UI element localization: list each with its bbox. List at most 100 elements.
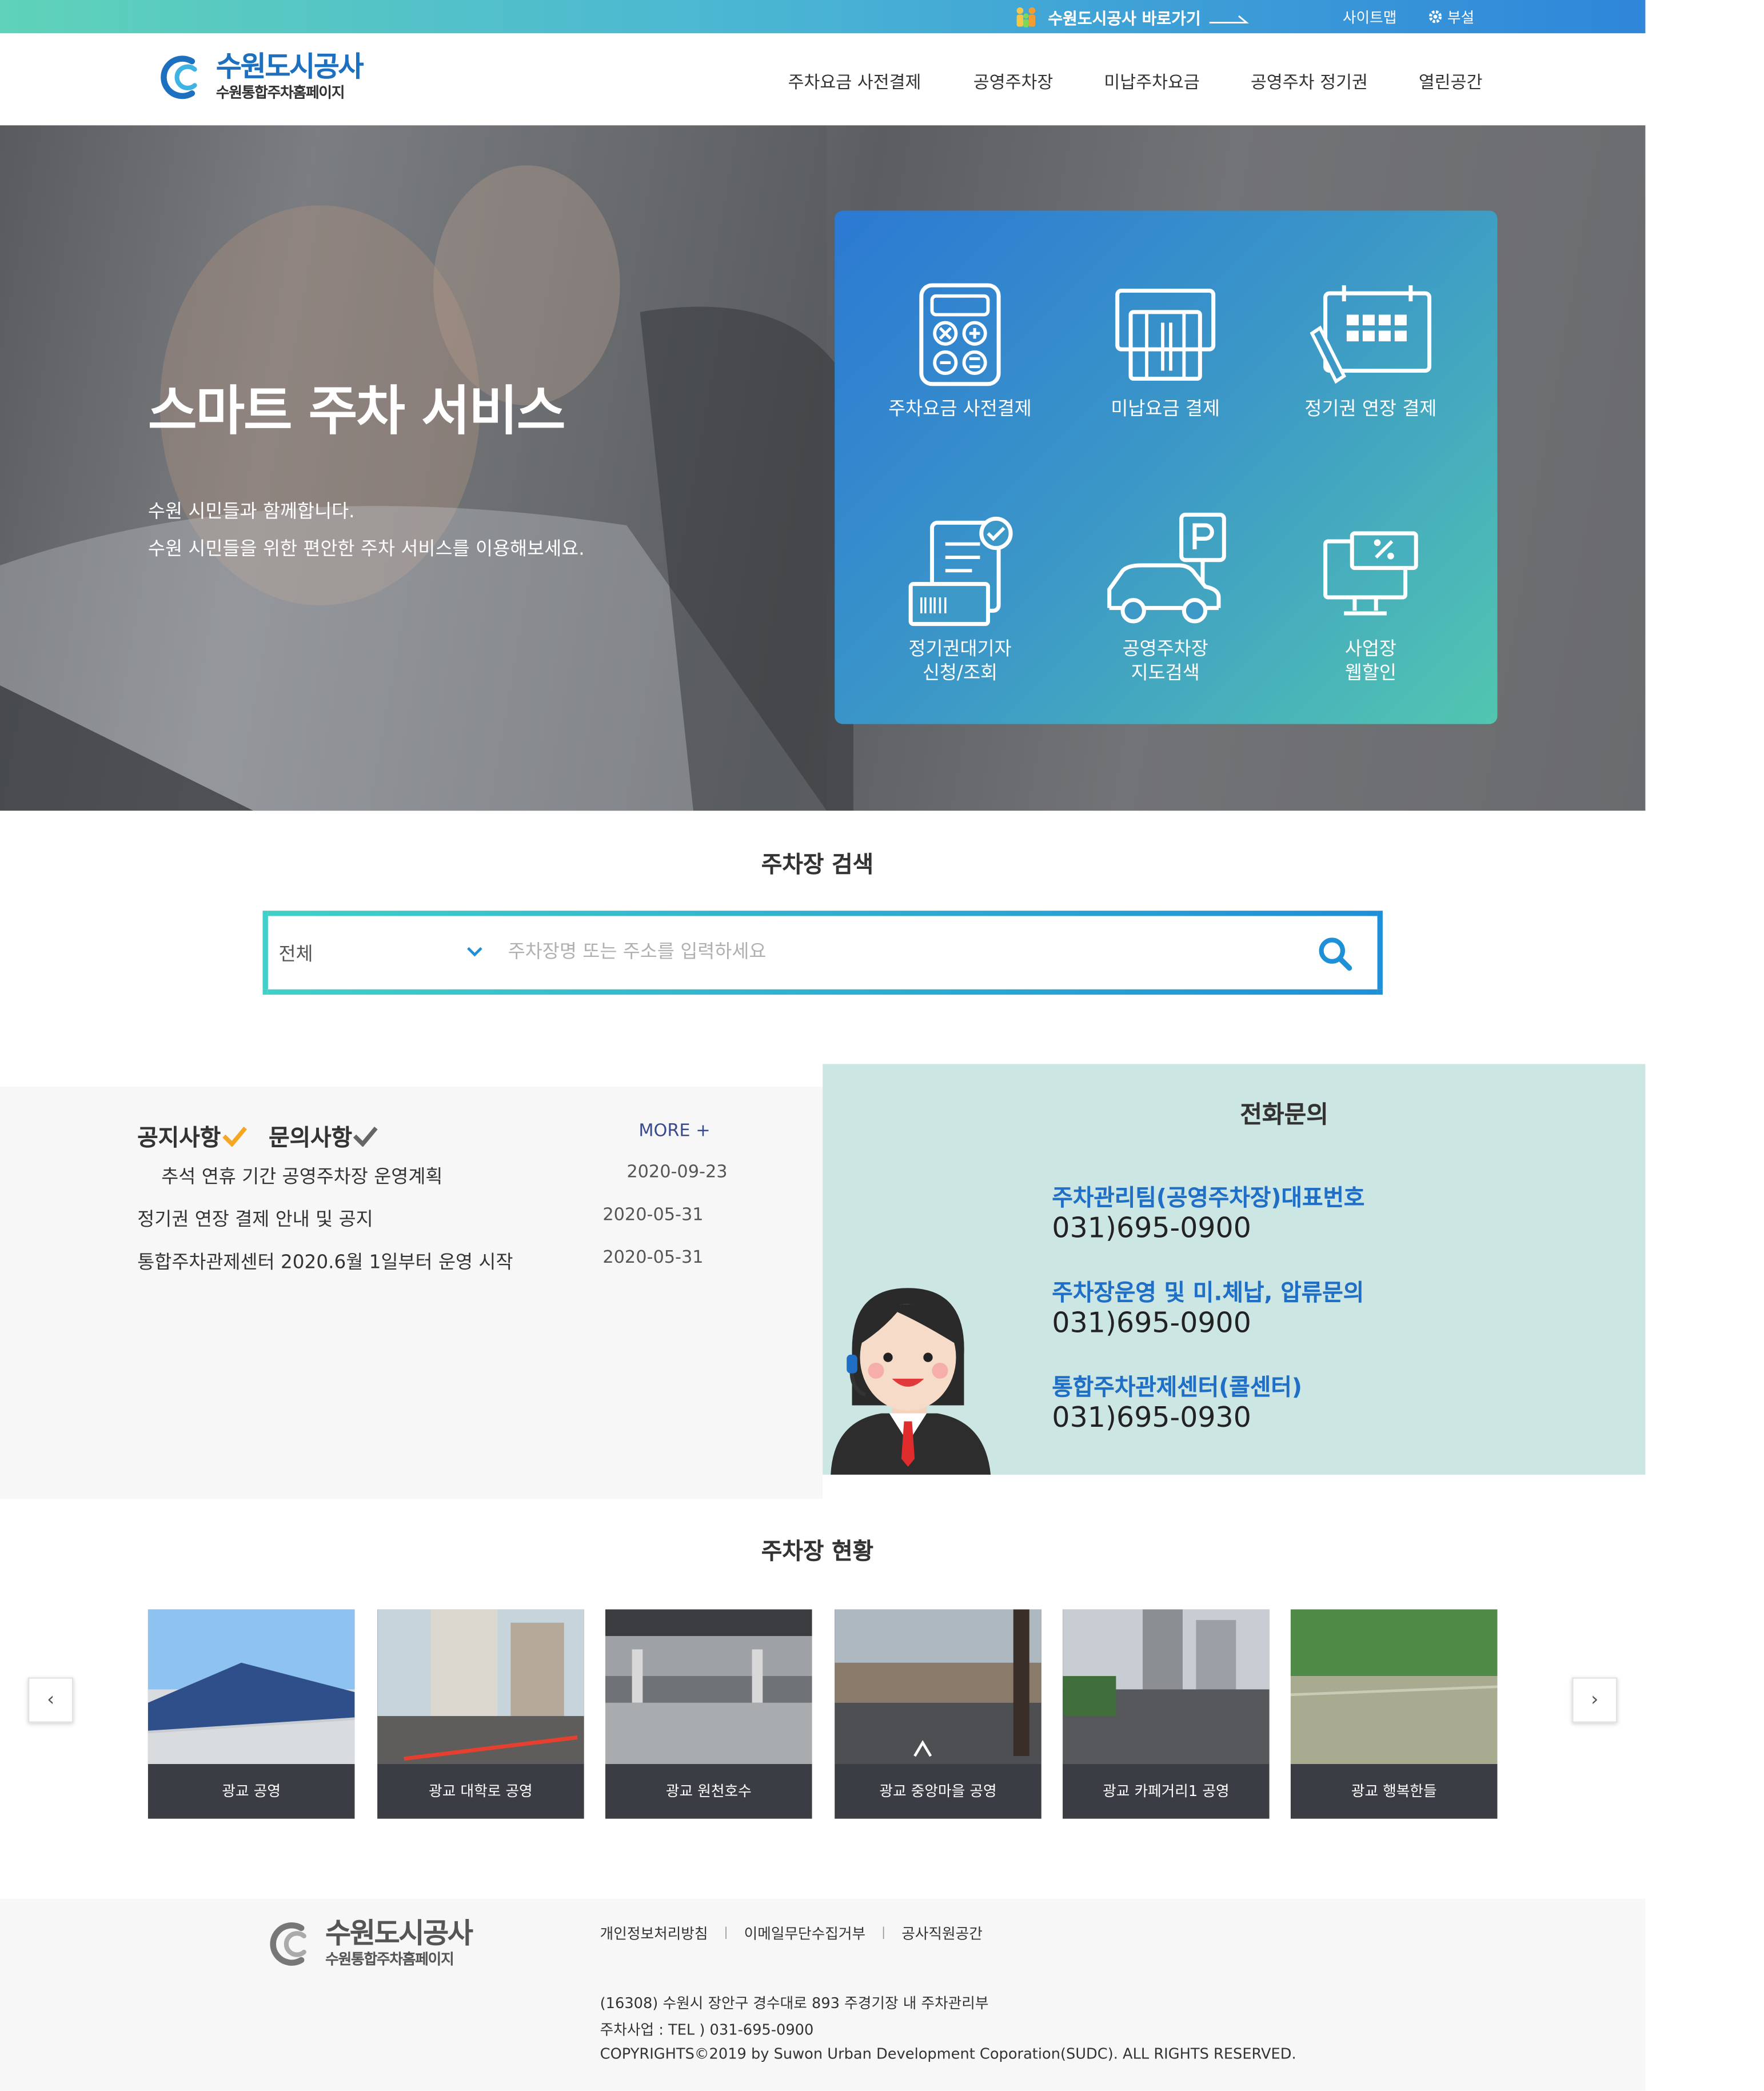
service-label: 미납요금 결제: [1111, 398, 1220, 420]
footer-logo-title: 수원도시공사: [325, 1917, 473, 1950]
parking-lot-card[interactable]: 광교 공영: [147, 1609, 355, 1819]
parking-lot-card[interactable]: 광교 대학로 공영: [377, 1609, 584, 1819]
notice-item-title[interactable]: 통합주차관제센터 2020.6월 1일부터 운영 시작: [137, 1248, 513, 1275]
divider: |: [881, 1926, 886, 1940]
notice-item-date: 2020-05-31: [602, 1205, 704, 1226]
family-icon: [1016, 7, 1036, 27]
contact-name: 주차관리팀(공영주차장)대표번호: [1052, 1185, 1365, 1212]
nav-public-parking[interactable]: 공영주차장: [973, 68, 1053, 93]
nav-prepay[interactable]: 주차요금 사전결제: [788, 68, 921, 93]
notice-tabs: 공지사항 문의사항: [137, 1119, 400, 1152]
lot-name: 광교 대학로 공영: [429, 1782, 533, 1801]
lot-name: 광교 행복한들: [1351, 1782, 1437, 1801]
notice-board: 공지사항 문의사항 MORE + 추석 연휴 기간 공영주차장 운영계획 202…: [0, 1087, 823, 1499]
lot-name: 광교 카페거리1 공영: [1103, 1782, 1230, 1801]
lot-photo: [147, 1609, 355, 1765]
contact-phone[interactable]: 031)695-0930: [1052, 1402, 1251, 1434]
tab-notice[interactable]: 공지사항: [137, 1119, 221, 1152]
lots-section-title: 주차장 현황: [761, 1538, 874, 1566]
monitor-discount-icon: [1323, 531, 1418, 616]
calendar-pencil-icon: [1310, 285, 1432, 384]
lot-name: 광교 공영: [222, 1782, 281, 1801]
service-web-discount[interactable]: 사업장 웹할인: [1271, 512, 1471, 685]
sitemap-link[interactable]: 사이트맵: [1343, 7, 1396, 28]
chevron-down-icon[interactable]: [465, 943, 484, 961]
footer-links: 개인정보처리방침 | 이메일무단수집거부 | 공사직원공간: [600, 1923, 983, 1944]
check-icon: [353, 1126, 378, 1146]
lot-name: 광교 중앙마을 공영: [879, 1782, 997, 1801]
lot-photo: [377, 1609, 584, 1765]
hero-subtitle-2: 수원 시민들을 위한 편안한 주차 서비스를 이용해보세요.: [147, 538, 585, 560]
footer-logo: 수원도시공사 수원통합주차홈페이지: [267, 1917, 473, 1970]
page: 수원도시공사 바로가기 사이트맵 부설 수원도시공사 수원통합주차홈페이지 주차…: [0, 0, 1764, 2091]
gear-icon: [1428, 10, 1442, 23]
divider: |: [724, 1926, 728, 1940]
phone-inquiry-title: 전화문의: [1240, 1101, 1328, 1130]
lot-photo: [835, 1609, 1041, 1765]
dept-menu[interactable]: 부설: [1428, 7, 1474, 28]
nav-season-pass[interactable]: 공영주차 정기권: [1251, 68, 1368, 93]
parking-lot-card[interactable]: 광교 행복한들: [1290, 1609, 1498, 1819]
lot-photo: [605, 1609, 812, 1765]
car-parking-icon: [1107, 512, 1226, 624]
hero-banner: 스마트 주차 서비스 수원 시민들과 함께합니다. 수원 시민들을 위한 편안한…: [0, 125, 1646, 811]
search-section-title: 주차장 검색: [761, 852, 874, 879]
card-payment-icon: [1115, 289, 1216, 381]
contact-phone[interactable]: 031)695-0900: [1052, 1212, 1251, 1244]
carousel-next-button[interactable]: ›: [1572, 1677, 1618, 1723]
hero-subtitle-1: 수원 시민들과 함께합니다.: [147, 501, 355, 523]
contact-name: 주차장운영 및 미.체납, 압류문의: [1052, 1280, 1364, 1307]
sudc-shortcut-link[interactable]: 수원도시공사 바로가기: [1013, 5, 1249, 29]
site-logo[interactable]: 수원도시공사 수원통합주차홈페이지: [157, 50, 364, 104]
notice-item-title[interactable]: 정기권 연장 결제 안내 및 공지: [137, 1206, 373, 1232]
parking-lot-card[interactable]: 광교 원천호수: [605, 1609, 812, 1819]
service-shortcut-panel: 주차요금 사전결제 미납요금 결제 정기권 연장 결제 정기권대기자 신청/조회…: [835, 210, 1498, 724]
lot-photo: [1063, 1609, 1270, 1765]
service-pass-renewal[interactable]: 정기권 연장 결제: [1271, 283, 1471, 422]
privacy-policy-link[interactable]: 개인정보처리방침: [600, 1923, 708, 1944]
parking-lot-card[interactable]: 광교 중앙마을 공영: [835, 1609, 1041, 1819]
dept-label: 부설: [1447, 9, 1475, 27]
contact-phone[interactable]: 031)695-0900: [1052, 1307, 1251, 1339]
tab-inquiry[interactable]: 문의사항: [269, 1119, 352, 1152]
search-input[interactable]: [508, 927, 1282, 977]
logo-title: 수원도시공사: [215, 50, 364, 83]
service-unpaid-pay[interactable]: 미납요금 결제: [1065, 283, 1266, 422]
service-map-search[interactable]: 공영주차장 지도검색: [1065, 512, 1266, 685]
footer-address: (16308) 수원시 장안구 경수대로 893 주경기장 내 주차관리부: [600, 1994, 989, 2012]
service-label: 정기권대기자 신청/조회: [908, 639, 1012, 684]
service-label: 사업장 웹할인: [1344, 639, 1396, 684]
phone-inquiry-panel: 전화문의 주차관리팀(공영주차장)대표번호 031)695-0900 주차장운영…: [823, 1064, 1646, 1475]
check-icon: [222, 1126, 247, 1146]
notice-item-title[interactable]: 추석 연휴 기간 공영주차장 운영계획: [161, 1163, 442, 1190]
logo-subtitle: 수원통합주차홈페이지: [215, 83, 345, 102]
contact-name: 통합주차관제센터(콜센터): [1052, 1374, 1303, 1402]
service-label: 공영주차장 지도검색: [1122, 639, 1208, 684]
footer-copyright: COPYRIGHTS©2019 by Suwon Urban Developme…: [600, 2045, 1296, 2063]
carousel-prev-button[interactable]: ‹: [27, 1677, 74, 1723]
logo-mark-icon: [161, 55, 197, 99]
email-refusal-link[interactable]: 이메일무단수집거부: [744, 1923, 865, 1944]
service-prepay[interactable]: 주차요금 사전결제: [860, 283, 1060, 422]
staff-space-link[interactable]: 공사직원공간: [901, 1923, 983, 1944]
logo-mark-icon: [270, 1922, 306, 1966]
service-label: 주차요금 사전결제: [888, 398, 1032, 420]
search-icon[interactable]: [1316, 935, 1353, 972]
ticket-check-icon: [908, 516, 1013, 626]
parking-lot-card[interactable]: 광교 카페거리1 공영: [1063, 1609, 1270, 1819]
header: 수원도시공사 수원통합주차홈페이지 주차요금 사전결제 공영주차장 미납주차요금…: [0, 33, 1646, 126]
footer-logo-subtitle: 수원통합주차홈페이지: [325, 1950, 454, 1968]
nav-open-space[interactable]: 열린공간: [1419, 68, 1483, 93]
calculator-icon: [919, 283, 1001, 386]
more-link[interactable]: MORE +: [638, 1122, 710, 1142]
notice-item-date: 2020-09-23: [626, 1163, 728, 1183]
top-utility-bar: 수원도시공사 바로가기 사이트맵 부설: [0, 0, 1646, 34]
nav-unpaid[interactable]: 미납주차요금: [1104, 68, 1199, 93]
service-waitlist[interactable]: 정기권대기자 신청/조회: [860, 512, 1060, 685]
arrow-line-icon: [1208, 15, 1248, 24]
footer: 수원도시공사 수원통합주차홈페이지 개인정보처리방침 | 이메일무단수집거부 |…: [0, 1898, 1646, 2091]
lot-name: 광교 원천호수: [665, 1782, 752, 1801]
notice-item-date: 2020-05-31: [602, 1248, 704, 1268]
category-select[interactable]: 전체: [279, 940, 313, 967]
lot-photo: [1290, 1609, 1498, 1765]
